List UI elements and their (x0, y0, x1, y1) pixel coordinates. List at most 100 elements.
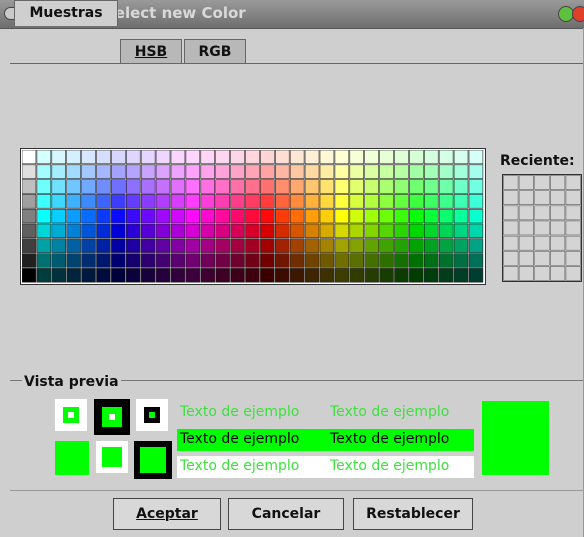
color-swatch[interactable] (260, 253, 275, 268)
color-swatch[interactable] (66, 150, 81, 165)
color-swatch[interactable] (468, 253, 484, 268)
color-swatch[interactable] (334, 268, 350, 283)
color-swatch[interactable] (200, 238, 216, 253)
color-swatch[interactable] (349, 253, 364, 268)
color-swatch[interactable] (289, 268, 305, 283)
color-swatch[interactable] (468, 223, 484, 239)
color-swatch[interactable] (453, 268, 469, 283)
color-swatch[interactable] (155, 268, 171, 283)
color-swatch[interactable] (200, 150, 216, 165)
color-swatch[interactable] (409, 268, 424, 283)
recent-swatch-grid[interactable] (502, 174, 582, 282)
color-swatch[interactable] (111, 194, 126, 209)
color-swatch[interactable] (245, 223, 260, 239)
color-swatch[interactable] (155, 179, 171, 194)
color-swatch[interactable] (36, 150, 52, 165)
color-swatch[interactable] (51, 223, 66, 239)
color-swatch[interactable] (155, 208, 171, 224)
color-swatch[interactable] (364, 208, 379, 224)
color-swatch[interactable] (36, 238, 52, 253)
color-swatch[interactable] (304, 238, 320, 253)
color-swatch[interactable] (304, 268, 320, 283)
color-swatch[interactable] (126, 238, 141, 253)
recent-swatch[interactable] (534, 250, 550, 266)
color-swatch[interactable] (126, 150, 141, 165)
color-swatch[interactable] (260, 164, 275, 179)
color-swatch[interactable] (96, 238, 111, 253)
color-swatch[interactable] (111, 208, 126, 224)
color-swatch[interactable] (245, 179, 260, 194)
recent-swatch[interactable] (518, 190, 535, 206)
color-swatch[interactable] (140, 164, 156, 179)
color-swatch[interactable] (260, 208, 275, 224)
color-swatch[interactable] (51, 194, 66, 209)
recent-swatch[interactable] (503, 235, 519, 251)
recent-swatch[interactable] (565, 190, 581, 206)
color-swatch[interactable] (200, 194, 216, 209)
color-swatch[interactable] (22, 164, 37, 179)
color-swatch[interactable] (22, 194, 37, 209)
recent-swatch[interactable] (503, 250, 519, 266)
color-swatch[interactable] (334, 164, 350, 179)
recent-swatch[interactable] (549, 250, 566, 266)
color-swatch[interactable] (51, 238, 66, 253)
color-swatch[interactable] (349, 150, 364, 165)
color-swatch[interactable] (468, 238, 484, 253)
color-swatch[interactable] (126, 208, 141, 224)
color-swatch[interactable] (423, 194, 439, 209)
color-swatch[interactable] (275, 164, 290, 179)
swatch-grid[interactable] (20, 148, 486, 285)
color-swatch[interactable] (111, 179, 126, 194)
recent-swatch[interactable] (549, 266, 566, 281)
color-swatch[interactable] (185, 164, 201, 179)
color-swatch[interactable] (468, 179, 484, 194)
recent-swatch[interactable] (534, 220, 550, 236)
color-swatch[interactable] (66, 179, 81, 194)
color-swatch[interactable] (334, 194, 350, 209)
color-swatch[interactable] (349, 238, 364, 253)
color-swatch[interactable] (81, 268, 96, 283)
color-swatch[interactable] (275, 253, 290, 268)
color-swatch[interactable] (155, 164, 171, 179)
color-swatch[interactable] (170, 208, 186, 224)
color-swatch[interactable] (185, 268, 201, 283)
color-swatch[interactable] (438, 238, 454, 253)
color-swatch[interactable] (170, 179, 186, 194)
color-swatch[interactable] (409, 238, 424, 253)
color-swatch[interactable] (170, 223, 186, 239)
color-swatch[interactable] (379, 179, 394, 194)
color-swatch[interactable] (230, 268, 245, 283)
color-swatch[interactable] (289, 150, 305, 165)
color-swatch[interactable] (334, 208, 350, 224)
color-swatch[interactable] (438, 268, 454, 283)
color-swatch[interactable] (51, 253, 66, 268)
recent-swatch[interactable] (565, 266, 581, 281)
color-swatch[interactable] (170, 194, 186, 209)
color-swatch[interactable] (22, 150, 37, 165)
color-swatch[interactable] (468, 194, 484, 209)
recent-swatch[interactable] (503, 266, 519, 281)
recent-swatch[interactable] (518, 205, 535, 221)
color-swatch[interactable] (260, 194, 275, 209)
color-swatch[interactable] (185, 238, 201, 253)
color-swatch[interactable] (140, 268, 156, 283)
color-swatch[interactable] (140, 150, 156, 165)
color-swatch[interactable] (230, 164, 245, 179)
color-swatch[interactable] (334, 223, 350, 239)
accept-button[interactable]: Aceptar (113, 498, 221, 530)
recent-swatch[interactable] (518, 235, 535, 251)
color-swatch[interactable] (140, 179, 156, 194)
color-swatch[interactable] (304, 179, 320, 194)
color-swatch[interactable] (185, 223, 201, 239)
cancel-button[interactable]: Cancelar (228, 498, 344, 530)
color-swatch[interactable] (155, 223, 171, 239)
tab-rgb[interactable]: RGB (184, 39, 246, 63)
color-swatch[interactable] (319, 223, 335, 239)
color-swatch[interactable] (394, 164, 409, 179)
color-swatch[interactable] (230, 194, 245, 209)
color-swatch[interactable] (81, 208, 96, 224)
color-swatch[interactable] (364, 164, 379, 179)
color-swatch[interactable] (304, 223, 320, 239)
color-swatch[interactable] (215, 194, 230, 209)
recent-swatch[interactable] (518, 175, 535, 190)
